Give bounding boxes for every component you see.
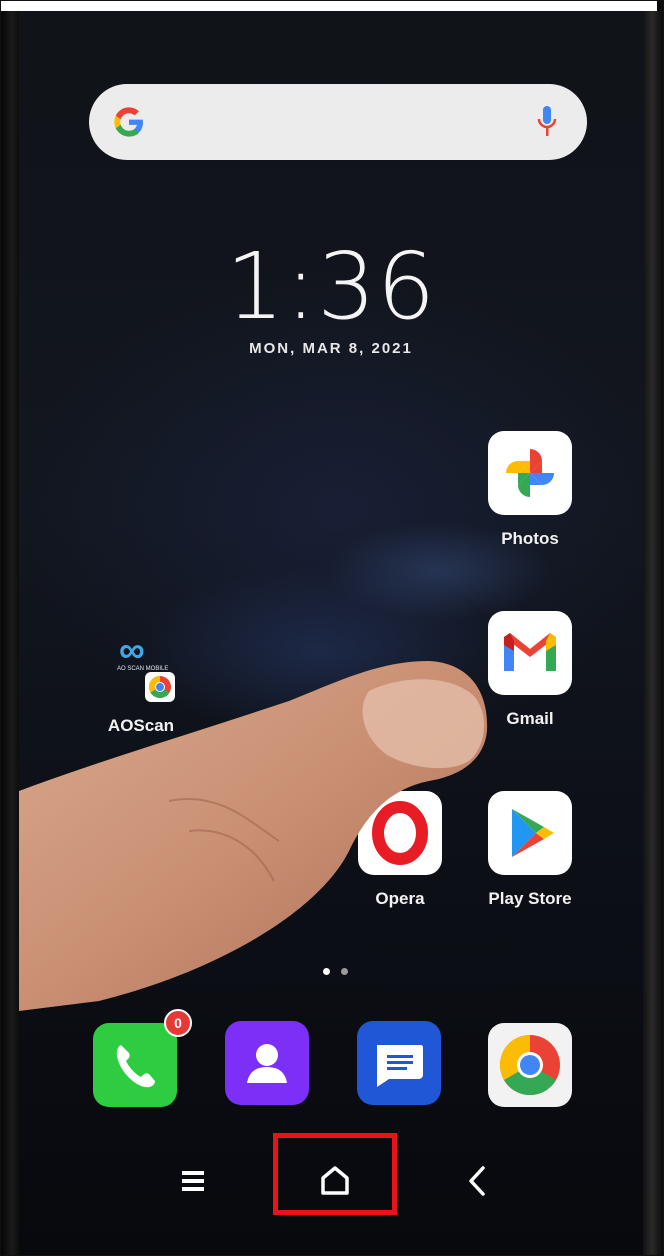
home-screen: 1:36 MON, MAR 8, 2021 Photos ∞ AO SCAN M… [19,11,643,1255]
play-store-icon [488,791,572,875]
phone-bezel-left [1,11,19,1255]
app-photos[interactable]: Photos [480,431,580,549]
missed-call-badge: 0 [164,1009,192,1037]
clock-time[interactable]: 1:36 [19,233,643,340]
back-button[interactable] [447,1156,507,1206]
mic-icon[interactable] [537,104,557,140]
google-search-bar[interactable] [89,84,587,160]
google-g-icon [109,102,149,142]
menu-button[interactable] [164,1156,224,1206]
home-button-highlight [273,1133,397,1215]
chrome-icon [499,1035,560,1096]
phone-bezel-right [641,11,663,1255]
page-indicator [319,968,359,978]
messages-icon [377,1045,423,1087]
menu-icon [182,1171,204,1191]
photos-icon [488,431,572,515]
page-dot-active [323,968,330,975]
back-icon [469,1166,485,1196]
messages-app[interactable] [357,1021,441,1105]
page-dot [341,968,348,975]
contacts-app[interactable] [225,1021,309,1105]
gmail-icon [488,611,572,695]
phone-icon [116,1045,155,1088]
app-label: Photos [501,529,559,548]
clock-date[interactable]: MON, MAR 8, 2021 [19,340,643,357]
contacts-icon [247,1044,287,1083]
finger-image [19,661,488,1011]
chrome-app[interactable] [488,1023,572,1107]
photo-frame: 1:36 MON, MAR 8, 2021 Photos ∞ AO SCAN M… [0,0,664,1256]
phone-app[interactable] [93,1023,177,1107]
